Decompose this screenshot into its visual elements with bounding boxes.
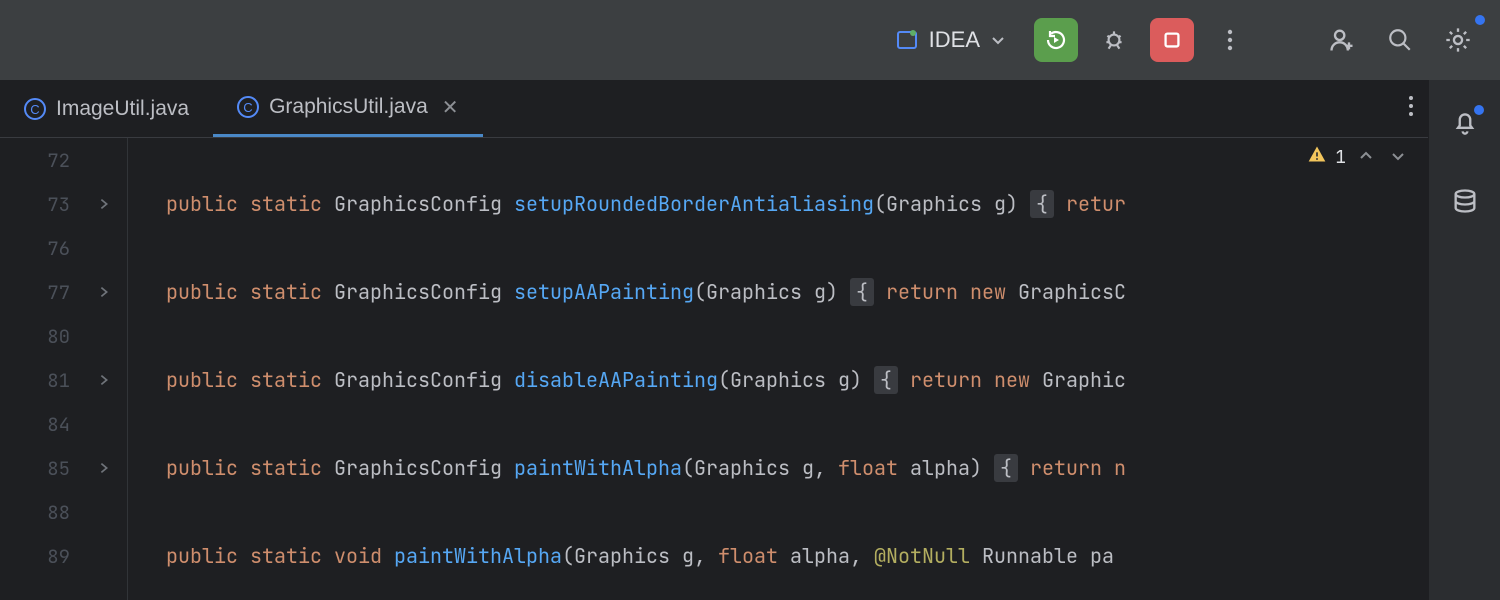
- chevron-right-icon: [97, 197, 111, 211]
- window-icon: [895, 28, 919, 52]
- chevron-right-icon: [97, 285, 111, 299]
- fold-toggle[interactable]: [80, 461, 128, 475]
- settings-button[interactable]: [1436, 18, 1480, 62]
- tab-label: ImageUtil.java: [56, 97, 189, 121]
- fold-toggle[interactable]: [80, 197, 128, 211]
- code-content: public static GraphicsConfig setupRounde…: [128, 191, 1126, 217]
- line-number[interactable]: 81: [0, 368, 80, 393]
- code-content: public static GraphicsConfig paintWithAl…: [128, 455, 1126, 481]
- database-tool-button[interactable]: [1451, 187, 1479, 220]
- search-button[interactable]: [1378, 18, 1422, 62]
- tab-label: GraphicsUtil.java: [269, 95, 428, 119]
- line-number[interactable]: 76: [0, 236, 80, 261]
- rerun-icon: [1044, 28, 1068, 52]
- database-icon: [1451, 187, 1479, 215]
- chevron-right-icon: [97, 373, 111, 387]
- stop-button[interactable]: [1150, 18, 1194, 62]
- code-content: public static GraphicsConfig setupAAPain…: [128, 279, 1126, 305]
- code-line[interactable]: 77 public static GraphicsConfig setupAAPa…: [0, 270, 1428, 314]
- line-number[interactable]: 85: [0, 456, 80, 481]
- run-button[interactable]: [1034, 18, 1078, 62]
- code-line[interactable]: 88: [0, 490, 1428, 534]
- line-number[interactable]: 84: [0, 412, 80, 437]
- notification-badge-dot: [1474, 105, 1484, 115]
- java-class-icon: C: [237, 96, 259, 118]
- line-number[interactable]: 72: [0, 148, 80, 173]
- line-number[interactable]: 89: [0, 544, 80, 569]
- tab-graphicsutil[interactable]: C GraphicsUtil.java ✕: [213, 80, 483, 137]
- editor-tab-bar: C ImageUtil.java C GraphicsUtil.java ✕: [0, 80, 1428, 138]
- code-line[interactable]: 72: [0, 138, 1428, 182]
- line-number[interactable]: 73: [0, 192, 80, 217]
- stop-icon: [1161, 29, 1183, 51]
- code-content: public static GraphicsConfig disableAAPa…: [128, 367, 1126, 393]
- inspection-widget[interactable]: 1: [1307, 144, 1410, 170]
- code-line[interactable]: 73 public static GraphicsConfig setupRoun…: [0, 182, 1428, 226]
- chevron-down-icon: [990, 32, 1006, 48]
- line-number[interactable]: 88: [0, 500, 80, 525]
- tab-list-button[interactable]: [1408, 94, 1414, 124]
- code-line[interactable]: 76: [0, 226, 1428, 270]
- settings-badge-dot: [1475, 15, 1485, 25]
- code-with-me-button[interactable]: [1320, 18, 1364, 62]
- fold-toggle[interactable]: [80, 373, 128, 387]
- next-highlight-button[interactable]: [1386, 144, 1410, 170]
- prev-highlight-button[interactable]: [1354, 144, 1378, 170]
- code-line[interactable]: 80: [0, 314, 1428, 358]
- more-actions-button[interactable]: [1208, 18, 1252, 62]
- line-number[interactable]: 77: [0, 280, 80, 305]
- code-line[interactable]: 89 public static void paintWithAlpha(Grap…: [0, 534, 1428, 578]
- run-config-label: IDEA: [929, 27, 980, 53]
- notifications-button[interactable]: [1451, 108, 1479, 141]
- fold-toggle[interactable]: [80, 285, 128, 299]
- svg-text:C: C: [243, 100, 252, 115]
- code-line[interactable]: 81 public static GraphicsConfig disableAA…: [0, 358, 1428, 402]
- code-content: public static void paintWithAlpha(Graphi…: [128, 543, 1114, 569]
- chevron-right-icon: [97, 461, 111, 475]
- kebab-icon: [1227, 28, 1233, 52]
- bug-icon: [1101, 27, 1127, 53]
- warning-icon: [1307, 144, 1327, 170]
- right-tool-rail: [1428, 80, 1500, 600]
- debug-button[interactable]: [1092, 18, 1136, 62]
- warning-count: 1: [1335, 146, 1346, 169]
- code-line[interactable]: 85 public static GraphicsConfig paintWith…: [0, 446, 1428, 490]
- close-tab-button[interactable]: ✕: [442, 95, 459, 120]
- run-configuration-dropdown[interactable]: IDEA: [881, 21, 1020, 59]
- line-number[interactable]: 80: [0, 324, 80, 349]
- main-toolbar: IDEA: [0, 0, 1500, 80]
- search-icon: [1387, 27, 1413, 53]
- kebab-icon: [1408, 94, 1414, 118]
- svg-text:C: C: [30, 102, 39, 117]
- code-line[interactable]: 84: [0, 402, 1428, 446]
- java-class-icon: C: [24, 98, 46, 120]
- add-user-icon: [1328, 26, 1356, 54]
- code-editor[interactable]: 1 72 73 public static GraphicsConfig setup…: [0, 138, 1428, 600]
- tab-imageutil[interactable]: C ImageUtil.java: [0, 80, 213, 137]
- gear-icon: [1444, 26, 1472, 54]
